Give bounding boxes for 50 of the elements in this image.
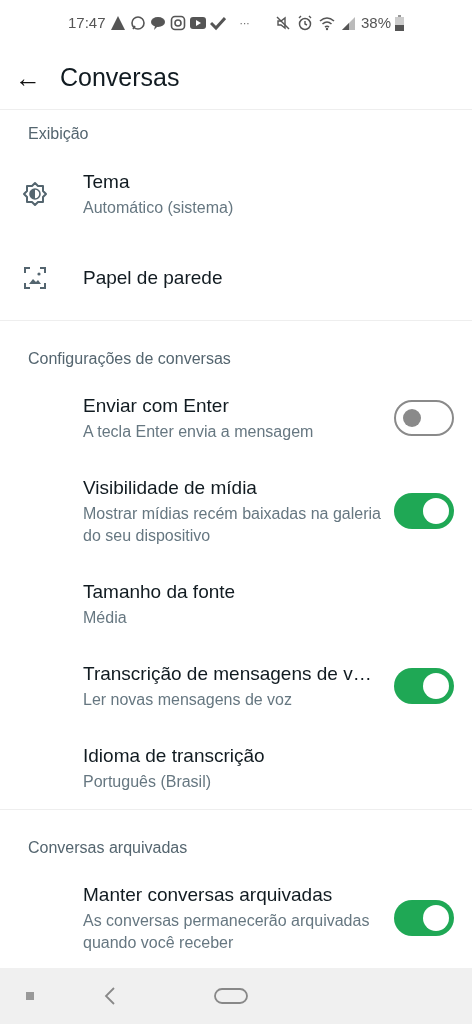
item-title: Idioma de transcrição <box>83 744 266 768</box>
back-button[interactable]: ← <box>14 64 42 91</box>
item-title: Manter conversas arquivadas <box>83 883 334 907</box>
item-title: Enviar com Enter <box>83 394 230 418</box>
toggle-switch[interactable] <box>394 668 454 704</box>
check-icon <box>209 15 226 31</box>
item-subtitle: Mostrar mídias recém baixadas na galeria do seu dispositivo <box>83 504 382 546</box>
item-subtitle: Português (Brasil) <box>83 772 213 792</box>
settings-item[interactable]: Visibilidade de mídia Mostrar mídias recém baixadas na galeria do seu dispositivo <box>0 459 472 563</box>
chat-bubble-icon <box>129 15 146 31</box>
settings-item[interactable]: Manter conversas arquivadas As conversas permanecerão arquivadas quando você receber <box>0 866 472 968</box>
more-notifications: ··· <box>239 16 250 31</box>
play-icon <box>189 15 206 31</box>
back-icon[interactable] <box>104 987 116 1005</box>
settings-item[interactable]: Papel de parede <box>0 236 472 320</box>
warning-icon <box>109 15 126 31</box>
battery-percent: 38% <box>360 12 391 33</box>
wallpaper-icon <box>22 266 47 290</box>
item-subtitle: A tecla Enter envia a mensagem <box>83 422 315 442</box>
toggle-switch[interactable] <box>394 493 454 529</box>
muted-speaker-icon <box>274 15 291 31</box>
section-header: Conversas arquivadas <box>28 838 189 858</box>
section-header: Exibição <box>28 124 90 144</box>
settings-item[interactable]: Transcrição de mensagens de v… Ler novas mensagens de voz <box>0 645 472 727</box>
toggle-switch[interactable] <box>394 400 454 436</box>
item-subtitle: Automático (sistema) <box>83 198 235 218</box>
toggle-switch[interactable] <box>394 900 454 936</box>
settings-item[interactable]: Idioma de transcrição Português (Brasil) <box>0 727 472 809</box>
item-title: Tamanho da fonte <box>83 580 237 604</box>
item-title: Transcrição de mensagens de v… <box>83 662 373 686</box>
item-title: Visibilidade de mídia <box>83 476 258 500</box>
home-icon[interactable] <box>214 988 248 1004</box>
signal-icon <box>340 15 357 31</box>
item-subtitle: As conversas permanecerão arquivadas quando você receber <box>83 911 371 953</box>
item-subtitle: Ler novas mensagens de voz <box>83 690 293 710</box>
item-title: Papel de parede <box>83 266 224 290</box>
speech-bubble-icon <box>149 15 166 31</box>
theme-icon <box>21 181 48 207</box>
item-title: Tema <box>83 170 131 194</box>
clock: 17:47 <box>68 12 106 33</box>
wifi-icon <box>318 15 335 31</box>
page-title: Conversas <box>60 61 180 93</box>
settings-item[interactable]: Tema Automático (sistema) <box>0 152 472 236</box>
camera-icon <box>169 15 186 31</box>
settings-item[interactable]: Enviar com Enter A tecla Enter envia a mensagem <box>0 377 472 459</box>
alarm-icon <box>296 15 313 31</box>
item-subtitle: Média <box>83 608 128 628</box>
settings-item[interactable]: Tamanho da fonte Média <box>0 563 472 645</box>
battery-icon <box>395 15 404 31</box>
section-header: Configurações de conversas <box>28 349 232 369</box>
